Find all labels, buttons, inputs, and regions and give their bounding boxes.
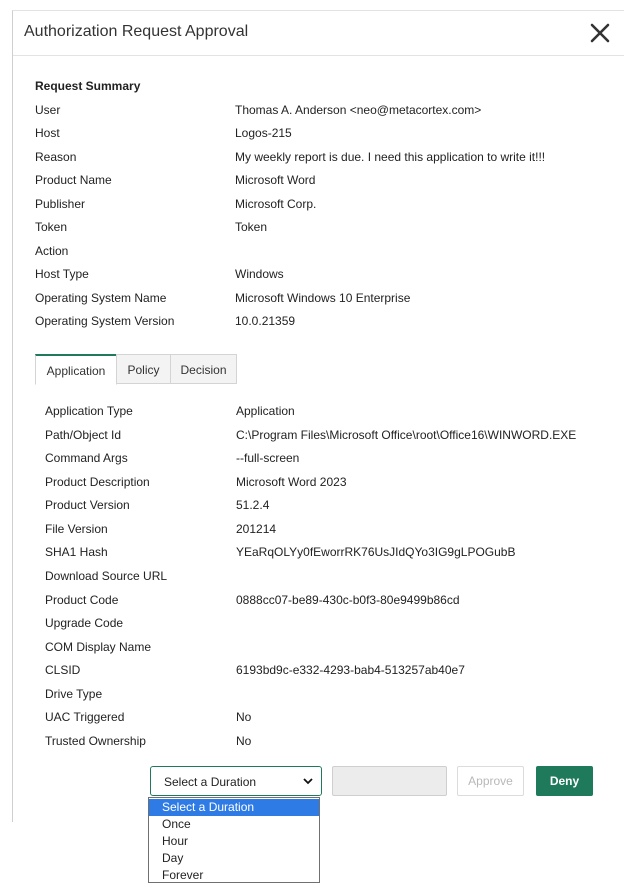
duration-text-field[interactable] [332,766,447,796]
app-key: COM Display Name [45,640,152,654]
close-button[interactable] [589,22,611,44]
app-row-product-code: Product Code 0888cc07-be89-430c-b0f3-80e… [45,593,615,611]
app-value: --full-screen [236,451,300,465]
tab-decision[interactable]: Decision [170,354,237,384]
summary-row-host: Host Logos-215 [35,126,615,144]
summary-value: Token [235,220,268,234]
app-value: 6193bd9c-e332-4293-bab4-513257ab40e7 [236,663,465,677]
summary-row-reason: Reason My weekly report is due. I need t… [35,150,615,168]
duration-select[interactable]: Select a Duration [150,766,322,796]
duration-option[interactable]: Once [149,816,319,833]
summary-row-product-name: Product Name Microsoft Word [35,173,615,191]
summary-key: Publisher [35,197,86,211]
app-row-product-description: Product Description Microsoft Word 2023 [45,475,615,493]
duration-option[interactable]: Select a Duration [149,799,319,816]
app-key: Product Description [45,475,150,489]
summary-row-token: Token Token [35,220,615,238]
app-row-trusted-ownership: Trusted Ownership No [45,734,615,752]
app-row-clsid: CLSID 6193bd9c-e332-4293-bab4-513257ab40… [45,663,615,681]
app-value: No [236,710,252,724]
app-key: Application Type [45,404,133,418]
summary-value: Windows [235,267,284,281]
app-row-product-version: Product Version 51.2.4 [45,498,615,516]
app-value: 201214 [236,522,277,536]
app-value: 51.2.4 [236,498,270,512]
app-row-sha1-hash: SHA1 Hash YEaRqOLYy0fEworrRK76UsJIdQYo3I… [45,545,615,563]
approve-button[interactable]: Approve [457,766,524,796]
app-key: Drive Type [45,687,103,701]
app-value: Application [236,404,295,418]
tab-application[interactable]: Application [35,354,117,385]
app-row-download-source-url: Download Source URL [45,569,615,587]
summary-row-publisher: Publisher Microsoft Corp. [35,197,615,215]
app-row-file-version: File Version 201214 [45,522,615,540]
app-row-upgrade-code: Upgrade Code [45,616,615,634]
summary-key: Operating System Name [35,291,167,305]
summary-key: Host [35,126,60,140]
app-value: No [236,734,252,748]
summary-row-os-name: Operating System Name Microsoft Windows … [35,291,615,309]
app-row-command-args: Command Args --full-screen [45,451,615,469]
summary-row-os-version: Operating System Version 10.0.21359 [35,314,615,332]
close-x-icon [590,23,610,43]
app-row-drive-type: Drive Type [45,687,615,705]
duration-option[interactable]: Day [149,850,319,867]
request-summary-title: Request Summary [35,79,141,93]
summary-value: 10.0.21359 [235,314,296,328]
summary-row-host-type: Host Type Windows [35,267,615,285]
duration-select-value: Select a Duration [164,775,257,789]
summary-value: Microsoft Windows 10 Enterprise [235,291,411,305]
summary-row-action: Action [35,244,615,262]
app-key: Command Args [45,451,128,465]
summary-key: Product Name [35,173,112,187]
dialog-title: Authorization Request Approval [24,23,249,40]
deny-button[interactable]: Deny [536,766,593,796]
app-key: Product Version [45,498,130,512]
app-key: CLSID [45,663,81,677]
app-key: SHA1 Hash [45,545,108,559]
app-row-com-display-name: COM Display Name [45,640,615,658]
summary-key: Operating System Version [35,314,175,328]
authorization-dialog: Authorization Request Approval Request S… [12,10,624,822]
app-key: UAC Triggered [45,710,125,724]
duration-option[interactable]: Hour [149,833,319,850]
summary-key: Host Type [35,267,89,281]
app-key: Path/Object Id [45,428,122,442]
app-value: C:\Program Files\Microsoft Office\root\O… [236,428,577,442]
duration-option[interactable]: Forever [149,867,319,882]
app-row-uac-triggered: UAC Triggered No [45,710,615,728]
summary-row-user: User Thomas A. Anderson <neo@metacortex.… [35,103,615,121]
dialog-header: Authorization Request Approval [13,11,624,56]
summary-value: Thomas A. Anderson <neo@metacortex.com> [235,103,482,117]
app-key: Trusted Ownership [45,734,146,748]
app-key: Product Code [45,593,119,607]
app-key: File Version [45,522,108,536]
summary-value: Microsoft Corp. [235,197,317,211]
app-row-application-type: Application Type Application [45,404,615,422]
app-value: YEaRqOLYy0fEworrRK76UsJIdQYo3IG9gLPOGubB [236,545,516,559]
summary-value: Logos-215 [235,126,292,140]
summary-value: Microsoft Word [235,173,316,187]
summary-key: Reason [35,150,77,164]
app-value: Microsoft Word 2023 [236,475,347,489]
app-value: 0888cc07-be89-430c-b0f3-80e9499b86cd [236,593,460,607]
chevron-down-icon [303,778,313,785]
summary-key: Token [35,220,68,234]
duration-dropdown-list: Select a Duration Once Hour Day Forever [148,797,320,883]
summary-key: User [35,103,61,117]
tab-policy[interactable]: Policy [116,354,171,384]
app-key: Download Source URL [45,569,168,583]
app-key: Upgrade Code [45,616,124,630]
app-row-path: Path/Object Id C:\Program Files\Microsof… [45,428,615,446]
summary-key: Action [35,244,69,258]
summary-value: My weekly report is due. I need this app… [235,150,546,164]
